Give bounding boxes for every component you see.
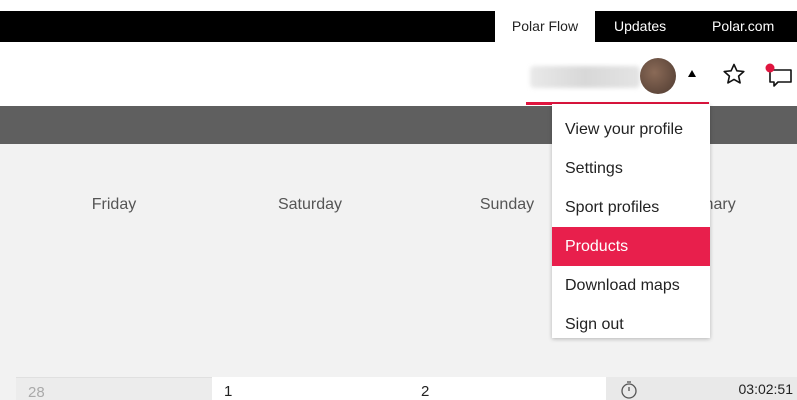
stopwatch-icon <box>621 381 637 399</box>
caret-up-icon[interactable] <box>688 70 696 77</box>
calendar-cell-2[interactable]: 2 <box>409 377 606 400</box>
avatar[interactable] <box>640 58 676 94</box>
nav-polar-com[interactable]: Polar.com <box>712 11 774 42</box>
summary-cell: 03:02:51 <box>606 377 797 400</box>
day-header-friday: Friday <box>91 196 137 213</box>
calendar-cell-1[interactable]: 1 <box>212 377 409 400</box>
day-header-saturday: Saturday <box>277 196 343 213</box>
menu-item-products[interactable]: Products <box>552 227 710 266</box>
calendar-cell-28[interactable]: 28 <box>16 377 212 400</box>
user-bar <box>0 42 797 106</box>
summary-duration: 03:02:51 <box>738 381 794 397</box>
menu-item-sign-out[interactable]: Sign out <box>552 305 710 344</box>
menu-item-view-profile[interactable]: View your profile <box>552 110 710 149</box>
menu-item-download-maps[interactable]: Download maps <box>552 266 710 305</box>
notification-icon[interactable] <box>765 62 793 88</box>
nav-updates[interactable]: Updates <box>614 11 666 42</box>
menu-item-settings[interactable]: Settings <box>552 149 710 188</box>
menu-item-sport-profiles[interactable]: Sport profiles <box>552 188 710 227</box>
star-icon[interactable] <box>722 62 746 86</box>
top-nav-bar: Polar Flow Updates Polar.com <box>0 11 797 42</box>
user-dropdown-menu: View your profile Settings Sport profile… <box>552 104 710 338</box>
user-name-blurred[interactable] <box>530 66 640 88</box>
nav-polar-flow[interactable]: Polar Flow <box>495 11 595 42</box>
